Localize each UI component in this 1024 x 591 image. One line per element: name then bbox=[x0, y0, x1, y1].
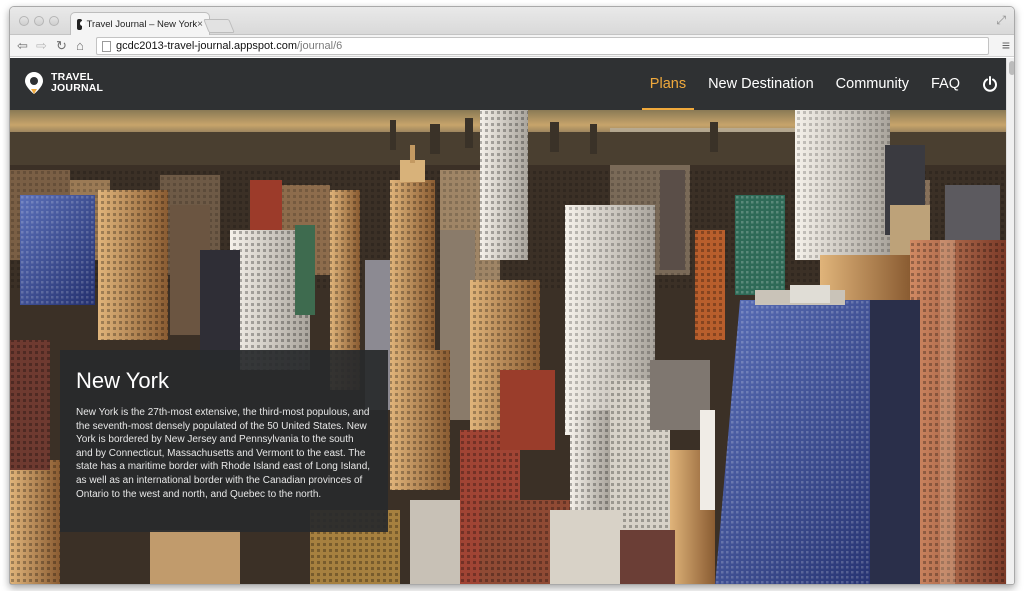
browser-tab[interactable]: Travel Journal – New York × bbox=[70, 12, 210, 36]
new-tab-button[interactable] bbox=[203, 19, 235, 33]
forward-icon[interactable]: ⇨ bbox=[36, 38, 47, 54]
expand-icon[interactable]: ⤢ bbox=[996, 13, 1006, 28]
back-icon[interactable]: ⇦ bbox=[17, 38, 28, 54]
map-pin-icon bbox=[25, 72, 43, 94]
main-nav: Plans New Destination Community FAQ bbox=[628, 58, 998, 110]
browser-toolbar: ⇦ ⇨ ↻ ⌂ gcdc2013-travel-journal.appspot.… bbox=[10, 35, 1014, 57]
tab-title: Travel Journal – New York bbox=[86, 19, 198, 30]
scrollbar-thumb[interactable] bbox=[1009, 61, 1014, 75]
logo-line-2: JOURNAL bbox=[51, 82, 104, 94]
reload-icon[interactable]: ↻ bbox=[56, 38, 67, 54]
power-icon[interactable] bbox=[982, 76, 998, 92]
page-viewport: TRAVEL JOURNAL Plans New Destination Com… bbox=[10, 58, 1014, 584]
url-host: gcdc2013-travel-journal.appspot.com bbox=[116, 40, 297, 52]
destination-title: New York bbox=[76, 368, 169, 393]
url-path: /journal/6 bbox=[297, 40, 343, 52]
nav-plans[interactable]: Plans bbox=[641, 58, 695, 110]
minimize-window-button[interactable] bbox=[34, 16, 44, 26]
destination-description: New York is the 27th-most extensive, the… bbox=[76, 407, 371, 500]
site-navbar: TRAVEL JOURNAL Plans New Destination Com… bbox=[10, 58, 1006, 110]
browser-window: Travel Journal – New York × ⤢ ⇦ ⇨ ↻ ⌂ gc… bbox=[9, 6, 1015, 585]
destination-info-card: New York New York is the 27th-most exten… bbox=[60, 350, 388, 532]
nav-new-destination[interactable]: New Destination bbox=[708, 58, 814, 110]
menu-icon[interactable]: ≡ bbox=[1002, 37, 1010, 53]
nav-faq[interactable]: FAQ bbox=[931, 58, 960, 110]
address-bar[interactable]: gcdc2013-travel-journal.appspot.com/jour… bbox=[96, 37, 989, 55]
tab-close-icon[interactable]: × bbox=[197, 19, 203, 30]
favicon-icon bbox=[77, 19, 85, 30]
page-scrollbar[interactable] bbox=[1006, 58, 1014, 584]
close-window-button[interactable] bbox=[19, 16, 29, 26]
page-icon bbox=[102, 40, 111, 52]
nav-community[interactable]: Community bbox=[836, 58, 909, 110]
tab-strip: Travel Journal – New York × ⤢ bbox=[10, 7, 1014, 36]
destination-hero-image: New York New York is the 27th-most exten… bbox=[10, 110, 1006, 584]
site-logo[interactable]: TRAVEL JOURNAL bbox=[25, 72, 103, 94]
zoom-window-button[interactable] bbox=[49, 16, 59, 26]
home-icon[interactable]: ⌂ bbox=[76, 38, 84, 54]
